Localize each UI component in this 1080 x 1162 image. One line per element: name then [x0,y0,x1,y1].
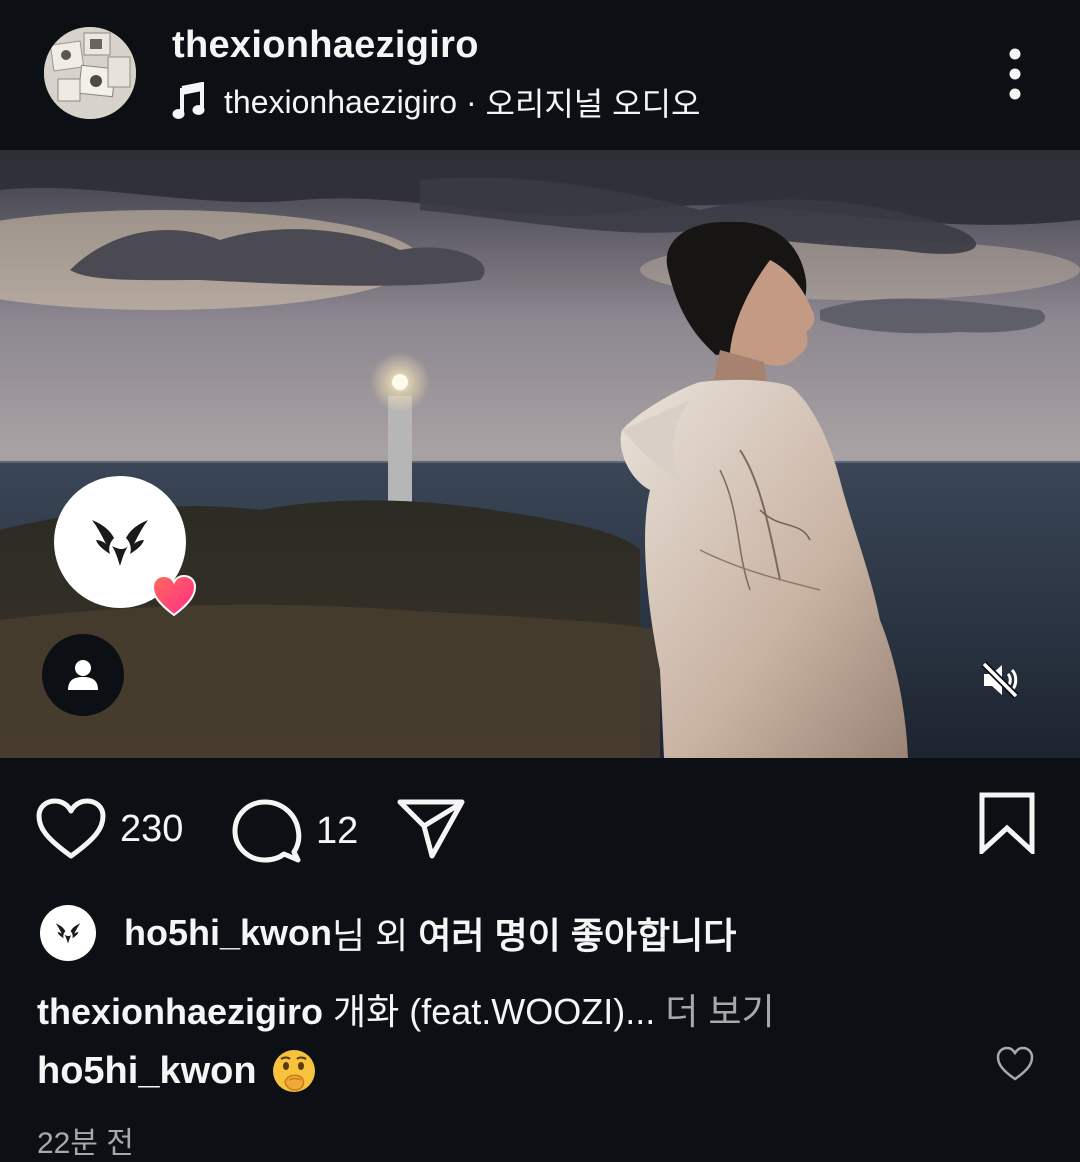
music-note-icon [172,82,205,119]
mute-button[interactable] [966,646,1034,714]
post-timestamp: 22분 전 [37,1127,134,1160]
audio-label: 오리지널 오디오 [485,86,701,122]
comment-button[interactable]: 12 [232,798,358,864]
likes-suffix: 님 외 [332,915,419,956]
caption: thexionhaezigiro 개화 (feat.WOOZI)... 더 보기 [37,983,775,1035]
tiger-logo-icon [55,923,81,944]
share-button[interactable] [396,798,466,860]
send-icon [397,799,465,859]
person-icon [68,660,98,690]
shushing-face-icon [272,1050,315,1092]
heart-badge-icon [152,575,196,617]
heart-icon [36,798,106,859]
comment-count[interactable]: 12 [316,810,358,853]
audio-info[interactable]: thexionhaezigiro · 오리지널 오디오 [172,82,700,122]
post-header: thexionhaezigiro thexionhaezigiro · 오리지널… [0,0,1080,150]
commenter-username[interactable]: ho5hi_kwon [37,1050,257,1093]
post-username[interactable]: thexionhaezigiro [172,24,479,67]
comment-preview[interactable]: ho5hi_kwon [37,1048,317,1094]
likes-others-link[interactable]: 여러 명이 좋아합니다 [418,907,736,959]
more-link[interactable]: 더 보기 [655,991,774,1032]
bookmark-icon [979,792,1035,854]
speaker-muted-icon [981,661,1019,699]
liker-avatar[interactable] [40,905,96,961]
tiger-logo-icon [92,520,148,566]
post-video[interactable] [0,150,1080,758]
liker-username[interactable]: ho5hi_kwon [124,912,332,954]
like-button[interactable]: 230 [36,798,183,860]
audio-separator: · [457,83,486,120]
profile-avatar[interactable] [44,27,136,119]
audio-owner: thexionhaezigiro [224,83,458,120]
more-options-icon[interactable] [990,44,1040,104]
action-bar: 230 12 [0,780,1080,880]
liked-by-row[interactable]: ho5hi_kwon 님 외 여러 명이 좋아합니다 [40,905,736,961]
like-count[interactable]: 230 [120,808,183,851]
comment-like-icon[interactable] [996,1046,1034,1082]
caption-text: 개화 (feat.WOOZI)... [323,991,656,1032]
caption-username[interactable]: thexionhaezigiro [37,991,323,1032]
tagged-users-button[interactable] [42,634,124,716]
comment-icon [232,799,302,863]
save-button[interactable] [978,792,1036,854]
